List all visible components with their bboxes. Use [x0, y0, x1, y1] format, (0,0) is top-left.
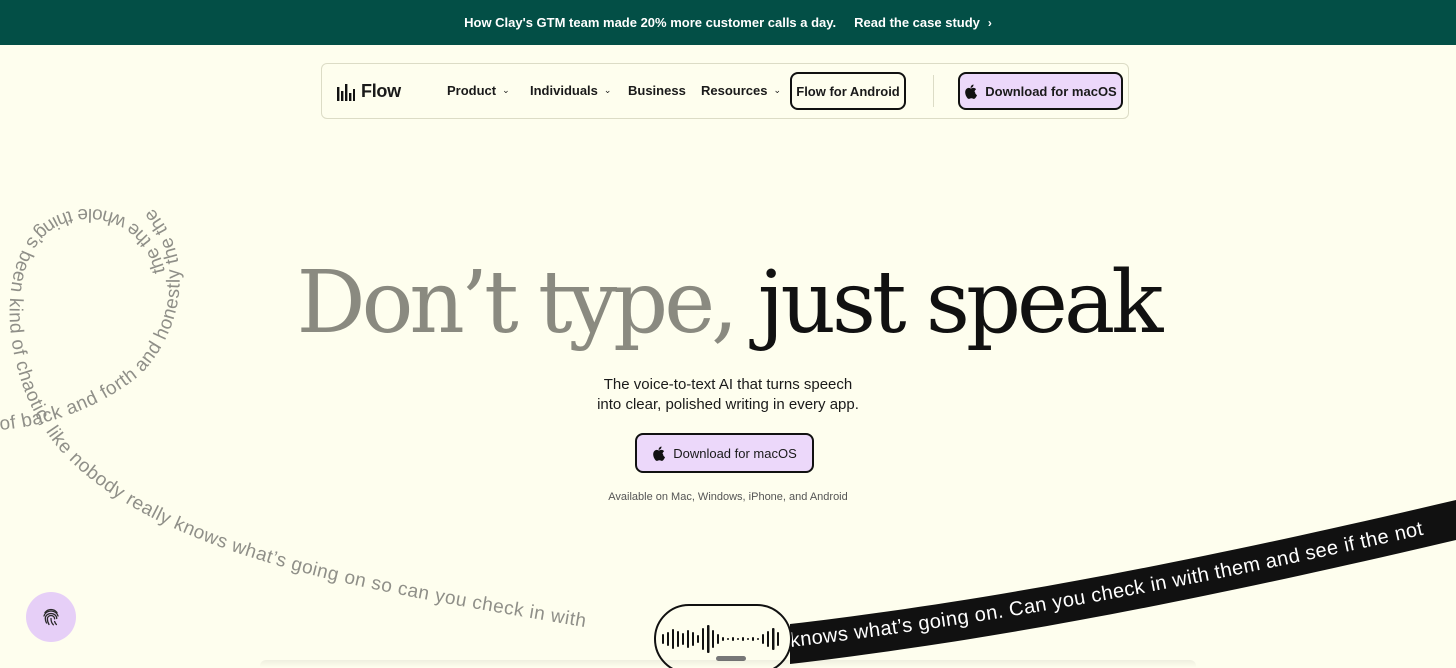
availability-note: Available on Mac, Windows, iPhone, and A…: [608, 491, 848, 503]
nav-item-label: Product: [447, 83, 497, 98]
nav-item-label: Business: [628, 83, 686, 98]
subheading-line-2: into clear, polished writing in every ap…: [597, 396, 859, 413]
nav-item-business[interactable]: Business: [628, 83, 686, 98]
banner-text: How Clay's GTM team made 20% more custom…: [464, 15, 837, 30]
ribbon-text: knows what’s going on. Can you check in …: [789, 518, 1425, 652]
chevron-down-icon: ⌄: [603, 85, 612, 95]
subheading-line-1: The voice-to-text AI that turns speech: [603, 376, 853, 393]
fingerprint-icon: [43, 608, 59, 626]
hero-download-macos-button[interactable]: Download for macOS: [635, 433, 814, 473]
button-label: Download for macOS: [985, 83, 1117, 99]
flow-bars-icon: [337, 83, 355, 101]
nav-download-macos-button[interactable]: Download for macOS: [958, 72, 1123, 110]
chevron-right-icon: ›: [987, 15, 992, 30]
fingerprint-button[interactable]: [26, 592, 76, 642]
swirl-tail-text: of back and forth and honestly the the w…: [0, 0, 184, 435]
nav-item-label: Resources: [701, 83, 768, 98]
nav-item-label: Individuals: [530, 83, 598, 98]
nav-item-product[interactable]: Product ⌄: [447, 83, 510, 98]
nav-divider: [933, 75, 934, 107]
case-study-link[interactable]: Read the case study: [854, 15, 980, 30]
chevron-down-icon: ⌄: [502, 85, 510, 95]
apple-icon: [653, 446, 666, 461]
nav-item-resources[interactable]: Resources ⌄: [701, 83, 781, 98]
app-preview-edge: [260, 660, 1196, 668]
hero-subheading: The voice-to-text AI that turns speech i…: [0, 375, 1456, 415]
svg-text:of back and forth and honestly: of back and forth and honestly the the w…: [0, 0, 185, 435]
nav-item-individuals[interactable]: Individuals ⌄: [530, 83, 611, 98]
headline-grey: Don’t type,: [296, 253, 739, 353]
main-nav: Flow Product ⌄ Individuals ⌄ Business Re…: [321, 63, 1129, 119]
headline-dark: just speak: [757, 253, 1164, 353]
flow-for-android-button[interactable]: Flow for Android: [790, 72, 906, 110]
chevron-down-icon: ⌄: [773, 85, 782, 95]
hero-headline: Don’t type, just speak: [0, 248, 1456, 358]
flow-logo[interactable]: Flow: [337, 81, 401, 102]
apple-icon: [965, 84, 978, 99]
transcript-ribbon: [790, 500, 1456, 664]
svg-text:knows what’s going on. Can you: knows what’s going on. Can you check in …: [789, 518, 1426, 652]
logo-text: Flow: [361, 81, 401, 101]
button-label: Download for macOS: [673, 445, 797, 461]
announcement-banner: How Clay's GTM team made 20% more custom…: [0, 0, 1456, 45]
